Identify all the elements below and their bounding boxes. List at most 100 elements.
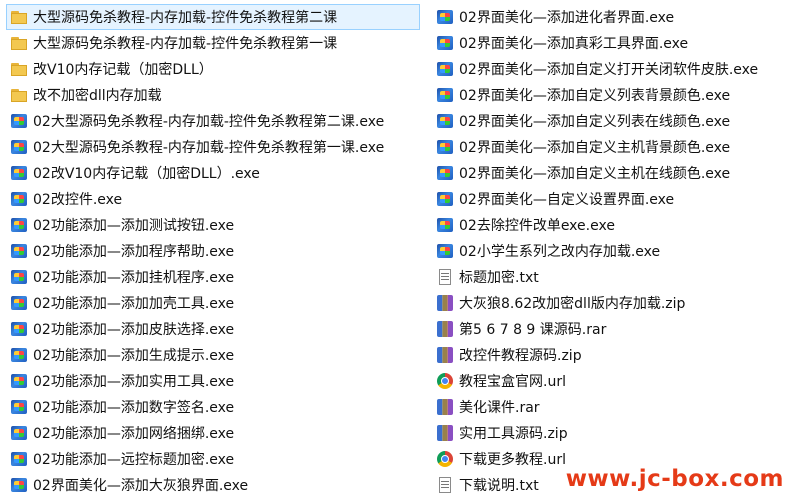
file-name: 下载更多教程.url — [459, 452, 566, 468]
file-item[interactable]: 02界面美化—自定义设置界面.exe — [432, 186, 787, 212]
txt-icon — [436, 476, 454, 494]
file-item[interactable]: 02功能添加—添加程序帮助.exe — [6, 238, 420, 264]
file-name: 02界面美化—添加自定义列表背景颜色.exe — [459, 88, 731, 104]
file-name: 大型源码免杀教程-内存加载-控件免杀教程第一课 — [33, 36, 338, 52]
file-name: 02功能添加—远控标题加密.exe — [33, 452, 235, 468]
file-item[interactable]: 02界面美化—添加大灰狼界面.exe — [6, 472, 420, 498]
file-item[interactable]: 02功能添加—添加实用工具.exe — [6, 368, 420, 394]
file-item[interactable]: 02界面美化—添加自定义打开关闭软件皮肤.exe — [432, 56, 787, 82]
file-item[interactable]: 02界面美化—添加真彩工具界面.exe — [432, 30, 787, 56]
file-item[interactable]: 标题加密.txt — [432, 264, 787, 290]
file-item[interactable]: 02功能添加—添加网络捆绑.exe — [6, 420, 420, 446]
file-name: 02界面美化—添加真彩工具界面.exe — [459, 36, 689, 52]
exe-icon — [436, 60, 454, 78]
exe-icon — [10, 216, 28, 234]
file-name: 02界面美化—自定义设置界面.exe — [459, 192, 675, 208]
exe-icon — [436, 190, 454, 208]
file-name: 02界面美化—添加进化者界面.exe — [459, 10, 675, 26]
file-name: 02大型源码免杀教程-内存加载-控件免杀教程第一课.exe — [33, 140, 385, 156]
file-item[interactable]: 02功能添加—添加皮肤选择.exe — [6, 316, 420, 342]
url-icon — [436, 450, 454, 468]
exe-icon — [10, 190, 28, 208]
file-item[interactable]: 02大型源码免杀教程-内存加载-控件免杀教程第一课.exe — [6, 134, 420, 160]
file-list-left-column: 大型源码免杀教程-内存加载-控件免杀教程第二课 大型源码免杀教程-内存加载-控件免… — [6, 4, 420, 498]
exe-icon — [10, 242, 28, 260]
watermark-text: www.jc-box.com — [565, 466, 784, 492]
file-name: 02界面美化—添加自定义主机在线颜色.exe — [459, 166, 731, 182]
file-item[interactable]: 美化课件.rar — [432, 394, 787, 420]
file-name: 02去除控件改单exe.exe — [459, 218, 615, 234]
exe-icon — [10, 398, 28, 416]
file-item[interactable]: 02改控件.exe — [6, 186, 420, 212]
file-item[interactable]: 大型源码免杀教程-内存加载-控件免杀教程第二课 — [6, 4, 420, 30]
exe-icon — [10, 138, 28, 156]
archive-icon — [436, 320, 454, 338]
file-name: 02功能添加—添加实用工具.exe — [33, 374, 235, 390]
file-name: 02大型源码免杀教程-内存加载-控件免杀教程第二课.exe — [33, 114, 385, 130]
exe-icon — [436, 138, 454, 156]
file-item[interactable]: 实用工具源码.zip — [432, 420, 787, 446]
file-name: 02界面美化—添加自定义主机背景颜色.exe — [459, 140, 731, 156]
file-name: 教程宝盒官网.url — [459, 374, 566, 390]
file-name: 02改V10内存记载（加密DLL）.exe — [33, 166, 260, 182]
file-name: 02功能添加—添加生成提示.exe — [33, 348, 235, 364]
file-name: 02小学生系列之改内存加载.exe — [459, 244, 661, 260]
file-name: 02改控件.exe — [33, 192, 123, 208]
exe-icon — [10, 112, 28, 130]
txt-icon — [436, 268, 454, 286]
file-item[interactable]: 02功能添加—远控标题加密.exe — [6, 446, 420, 472]
exe-icon — [10, 450, 28, 468]
file-item[interactable]: 改控件教程源码.zip — [432, 342, 787, 368]
file-item[interactable]: 02界面美化—添加自定义列表背景颜色.exe — [432, 82, 787, 108]
exe-icon — [436, 112, 454, 130]
file-item[interactable]: 02界面美化—添加进化者界面.exe — [432, 4, 787, 30]
file-name: 02功能添加—添加测试按钮.exe — [33, 218, 235, 234]
file-item[interactable]: 改V10内存记载（加密DLL） — [6, 56, 420, 82]
file-name: 02功能添加—添加皮肤选择.exe — [33, 322, 235, 338]
file-item[interactable]: 02功能添加—添加测试按钮.exe — [6, 212, 420, 238]
file-item[interactable]: 02功能添加—添加挂机程序.exe — [6, 264, 420, 290]
file-name: 02功能添加—添加网络捆绑.exe — [33, 426, 235, 442]
file-name: 02功能添加—添加程序帮助.exe — [33, 244, 235, 260]
file-name: 02界面美化—添加大灰狼界面.exe — [33, 478, 249, 494]
file-name: 实用工具源码.zip — [459, 426, 568, 442]
exe-icon — [436, 164, 454, 182]
file-item[interactable]: 02界面美化—添加自定义主机在线颜色.exe — [432, 160, 787, 186]
file-item[interactable]: 02去除控件改单exe.exe — [432, 212, 787, 238]
file-name: 改不加密dll内存加载 — [33, 88, 162, 104]
file-list-right-column: 02界面美化—添加进化者界面.exe 02界面美化—添加真彩工具界面.exe 02界… — [432, 4, 787, 498]
file-name: 美化课件.rar — [459, 400, 540, 416]
folder-icon — [10, 34, 28, 52]
archive-icon — [436, 346, 454, 364]
file-name: 02界面美化—添加自定义列表在线颜色.exe — [459, 114, 731, 130]
file-item[interactable]: 02界面美化—添加自定义主机背景颜色.exe — [432, 134, 787, 160]
file-name: 大型源码免杀教程-内存加载-控件免杀教程第二课 — [33, 10, 338, 26]
file-item[interactable]: 02功能添加—添加数字签名.exe — [6, 394, 420, 420]
exe-icon — [10, 476, 28, 494]
file-name: 第5 6 7 8 9 课源码.rar — [459, 322, 607, 338]
file-item[interactable]: 大灰狼8.62改加密dll版内存加载.zip — [432, 290, 787, 316]
file-item[interactable]: 02小学生系列之改内存加载.exe — [432, 238, 787, 264]
file-name: 02界面美化—添加自定义打开关闭软件皮肤.exe — [459, 62, 759, 78]
exe-icon — [10, 320, 28, 338]
file-item[interactable]: 02界面美化—添加自定义列表在线颜色.exe — [432, 108, 787, 134]
file-name: 下载说明.txt — [459, 478, 539, 494]
folder-icon — [10, 60, 28, 78]
file-item[interactable]: 教程宝盒官网.url — [432, 368, 787, 394]
file-item[interactable]: 02大型源码免杀教程-内存加载-控件免杀教程第二课.exe — [6, 108, 420, 134]
file-item[interactable]: 大型源码免杀教程-内存加载-控件免杀教程第一课 — [6, 30, 420, 56]
exe-icon — [436, 242, 454, 260]
file-item[interactable]: 改不加密dll内存加载 — [6, 82, 420, 108]
file-name: 大灰狼8.62改加密dll版内存加载.zip — [459, 296, 686, 312]
file-item[interactable]: 02改V10内存记载（加密DLL）.exe — [6, 160, 420, 186]
exe-icon — [10, 294, 28, 312]
folder-icon — [10, 86, 28, 104]
file-item[interactable]: 02功能添加—添加加壳工具.exe — [6, 290, 420, 316]
file-name: 改V10内存记载（加密DLL） — [33, 62, 213, 78]
file-name: 改控件教程源码.zip — [459, 348, 582, 364]
file-name: 标题加密.txt — [459, 270, 539, 286]
folder-icon — [10, 8, 28, 26]
file-item[interactable]: 第5 6 7 8 9 课源码.rar — [432, 316, 787, 342]
file-item[interactable]: 02功能添加—添加生成提示.exe — [6, 342, 420, 368]
exe-icon — [10, 424, 28, 442]
